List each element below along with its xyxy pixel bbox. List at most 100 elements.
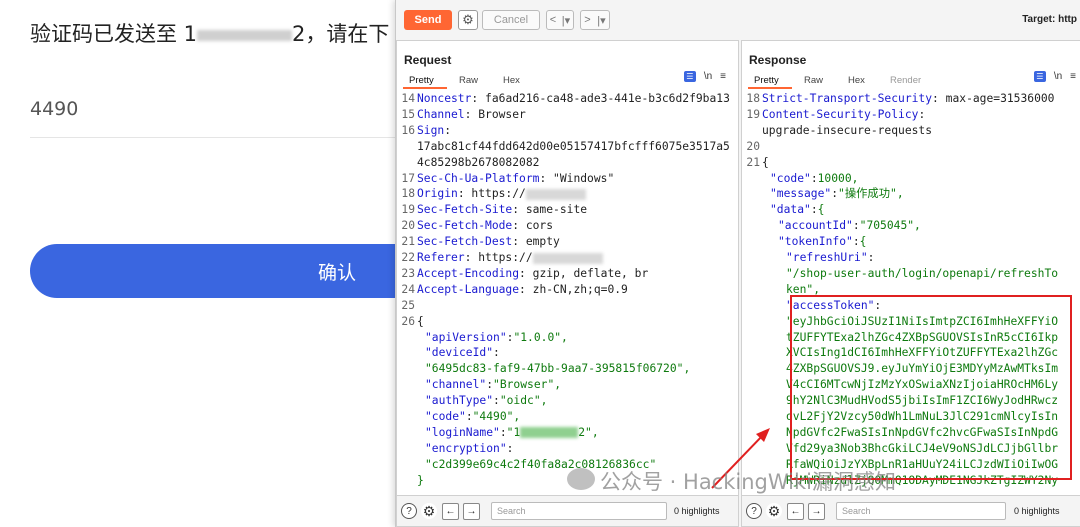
json-value: } [417,473,424,487]
active-tab-indicator [403,87,447,89]
json-line: } [417,473,424,489]
search-input[interactable]: Search [491,502,667,520]
tab-hex[interactable]: Hex [503,75,520,86]
json-line: NpdGVfc2FwaSIsInNpdGVfc2hvcGFwaSIsInNpdG [786,425,1058,441]
response-editor-options: ☰ \n ≡ [1033,71,1076,82]
code-line: Sec-Ch-Ua-Platform: "Windows" [417,171,614,187]
tab-render[interactable]: Render [890,75,921,86]
send-button[interactable]: Send [404,10,452,30]
newline-toggle[interactable]: \n [1054,71,1062,82]
request-title: Request [404,53,452,67]
json-line: "/shop-user-auth/login/openapi/refreshTo [786,266,1058,282]
back-arrow-icon: < [549,14,557,26]
newline-toggle[interactable]: \n [704,71,712,82]
colon: : [512,219,520,233]
tab-pretty[interactable]: Pretty [409,75,434,86]
code-line: 17abc81cf44fdd642d00e05157417bfcfff6075e… [417,139,730,155]
previous-match-button[interactable]: ← [787,503,804,520]
json-key: "accountId" [778,219,853,233]
response-editor[interactable]: 18 Strict-Transport-Security: max-age=315… [742,91,1080,496]
tab-raw[interactable]: Raw [459,75,478,86]
confirm-button-label: 确认 [318,261,357,284]
header-value: upgrade-insecure-requests [762,123,933,137]
json-key: "loginName" [425,425,500,439]
header-name: Origin [417,187,458,201]
json-colon: : [465,410,473,423]
json-key: "channel" [425,378,487,392]
settings-icon[interactable]: ⚙ [766,503,782,519]
json-value: "1 [506,425,521,439]
highlights-count: 0 highlights [674,506,720,516]
json-colon: : [810,203,818,217]
response-tabs: Pretty Raw Hex Render [742,73,1080,89]
next-match-button[interactable]: → [808,503,825,520]
next-match-button[interactable]: → [463,503,480,520]
help-icon[interactable]: ? [746,503,762,519]
line-number: 19 [746,107,760,121]
redacted-value [532,252,603,264]
code-line: Strict-Transport-Security: max-age=31536… [762,91,1054,107]
line-number: 22 [401,251,415,264]
settings-icon[interactable]: ⚙ [421,503,437,519]
json-key: "message" [770,187,832,201]
json-line: "eyJhbGciOiJSUzI1NiIsImtpZCI6ImhHeXFFYiO [786,314,1058,330]
json-value: "Browser", [493,378,562,392]
json-value: { [817,203,825,217]
line-number: 18 [401,187,415,201]
header-name: Referer [417,251,465,264]
json-value: XVCIsIng1dCI6ImhHeXFFYiOtZUFFYTExa2lhZGc [786,346,1059,360]
json-key: "data" [770,203,811,217]
json-value: ovL2FjY2Vzcy50dWh1LmNuL3JlC291cmNlcyIsIn [786,410,1059,423]
json-value: tZUFFYTExa2lhZGc4ZXBpSGUOVSIsInR5cCI6Ikp [786,330,1059,344]
menu-icon[interactable]: ≡ [720,71,726,82]
search-input[interactable]: Search [836,502,1006,520]
line-number: 20 [401,219,415,233]
line-number: 16 [401,123,415,137]
json-key: "authType" [425,394,494,408]
tab-hex[interactable]: Hex [848,75,865,86]
wechat-logo-icon [567,468,595,490]
json-value: "4490", [472,410,521,423]
json-line: tZUFFYTExa2lhZGc4ZXBpSGUOVSIsInR5cCI6Ikp [786,330,1058,346]
cancel-button[interactable]: Cancel [482,10,540,30]
header-value: same-site [519,203,588,217]
dropdown-icon: |▾ [561,14,571,27]
json-line: "6495dc83-faf9-47bb-9aa7-395815f06720", [425,361,690,377]
verification-code-input[interactable]: 4490 [30,98,78,120]
search-placeholder: Search [497,506,526,516]
repeater-toolbar: Send ⚙ Cancel < |▾ > |▾ Target: http [396,0,1080,38]
history-back-button[interactable]: < |▾ [546,10,574,30]
json-line: "channel":"Browser", [425,377,561,393]
json-line: "code":10000, [770,171,858,187]
burp-repeater-window: Send ⚙ Cancel < |▾ > |▾ Target: http Reque… [395,0,1080,527]
header-value: empty [519,235,560,249]
json-value: 10000, [817,171,859,185]
json-colon: : [874,298,882,312]
settings-gear-icon[interactable]: ⚙ [458,10,478,30]
confirm-button[interactable]: 确认 [30,244,450,298]
code-line: Sec-Fetch-Site: same-site [417,202,587,218]
history-forward-button[interactable]: > |▾ [580,10,610,30]
help-icon[interactable]: ? [401,503,417,519]
json-value: ken", [786,282,821,296]
search-placeholder: Search [842,506,871,516]
code-line: { [417,314,424,330]
json-line: ovL2FjY2Vzcy50dWh1LmNuL3JlC291cmNlcyIsIn [786,409,1058,425]
response-title: Response [749,53,807,67]
wrap-lines-icon[interactable]: ☰ [683,71,696,82]
request-editor[interactable]: 14 Noncestr: fa6ad216-ca48-ade3-441e-b3c6… [397,91,738,496]
json-key: "accessToken" [786,298,875,312]
json-key: "encryption" [425,441,507,455]
code-line: Content-Security-Policy: [762,107,925,123]
line-number: 14 [401,92,415,105]
tab-pretty[interactable]: Pretty [754,75,779,86]
json-line: 4ZXBpSGUOVSJ9.eyJuYmYiOjE3MDYyMzAwMTksIm [786,361,1058,377]
menu-icon[interactable]: ≡ [1070,71,1076,82]
target-label[interactable]: Target: http [1022,14,1077,25]
header-name: Accept-Encoding [417,266,520,280]
tab-raw[interactable]: Raw [804,75,823,86]
json-colon: : [486,378,494,392]
wrap-lines-icon[interactable]: ☰ [1033,71,1046,82]
colon: : [444,123,452,137]
previous-match-button[interactable]: ← [442,503,459,520]
